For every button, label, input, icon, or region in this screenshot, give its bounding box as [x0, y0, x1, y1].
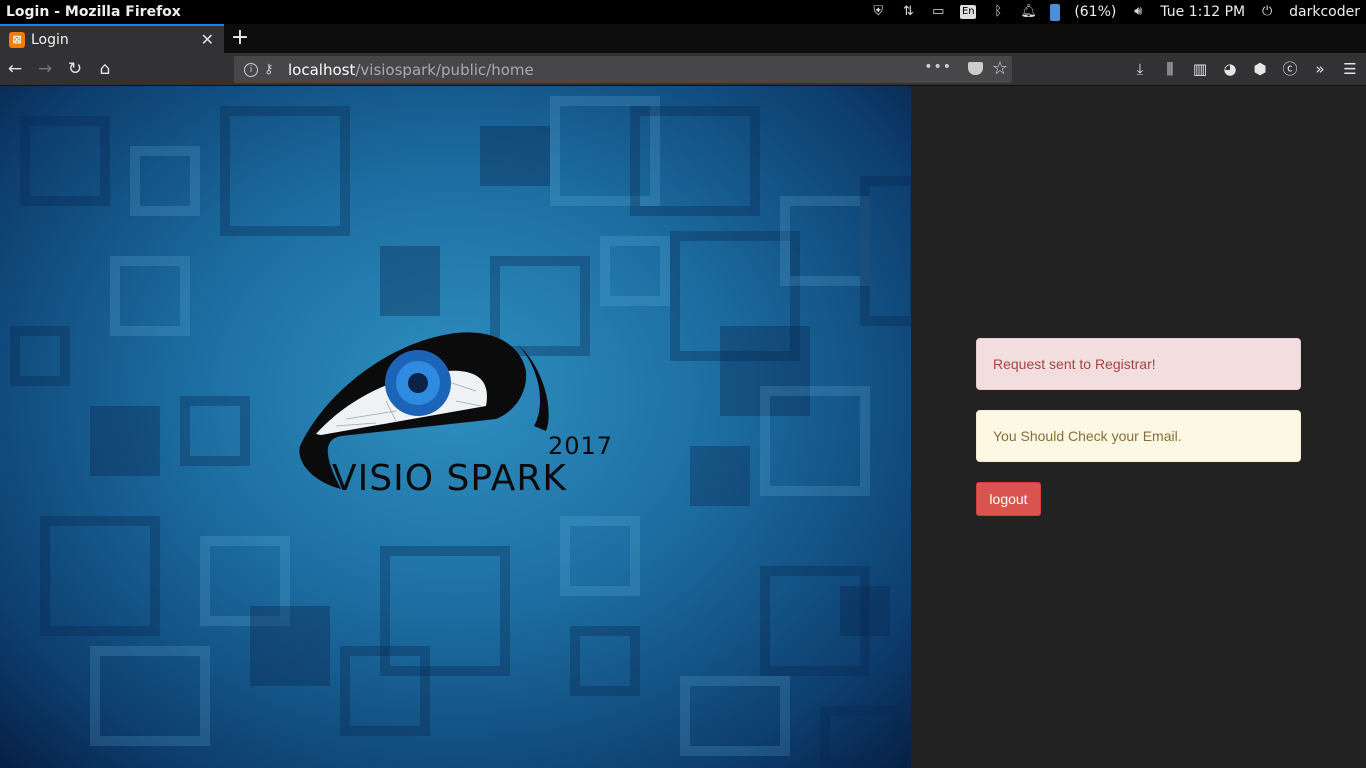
- new-tab-button[interactable]: +: [230, 25, 250, 50]
- tab-login[interactable]: ⊠ Login ✕: [0, 24, 224, 53]
- system-top-bar: Login - Mozilla Firefox ⛨ ⇅ ▭ En ᛒ 🔔︎ (6…: [0, 0, 1366, 24]
- tab-title: Login: [31, 31, 69, 48]
- hamburger-menu-icon[interactable]: ☰: [1339, 58, 1361, 80]
- window-title: Login - Mozilla Firefox: [6, 4, 181, 20]
- back-button[interactable]: ←: [4, 58, 26, 80]
- page-content: 2017 VISIO SPARK Request sent to Registr…: [0, 86, 1366, 768]
- extension-ublock-icon[interactable]: ⬢: [1249, 58, 1271, 80]
- xampp-favicon-icon: ⊠: [9, 31, 25, 48]
- home-button[interactable]: ⌂: [94, 58, 116, 80]
- overflow-menu-icon[interactable]: »: [1309, 58, 1331, 80]
- alert-request-sent: Request sent to Registrar!: [976, 338, 1301, 390]
- library-icon[interactable]: ⫼: [1159, 58, 1181, 80]
- navigation-toolbar: ← → ↻ ⌂ i ⚷ localhost/visiospark/public/…: [0, 53, 1366, 86]
- extension-ghost-icon[interactable]: ◕: [1219, 58, 1241, 80]
- volume-icon[interactable]: 🔊︎: [1130, 4, 1146, 20]
- logo-year: 2017: [548, 432, 614, 460]
- keyboard-layout-indicator[interactable]: En: [960, 5, 977, 19]
- network-icon[interactable]: ⇅: [900, 4, 916, 20]
- url-host: localhost: [288, 60, 356, 79]
- page-actions-menu-icon[interactable]: •••: [924, 59, 952, 75]
- reload-button[interactable]: ↻: [64, 58, 86, 80]
- pocket-icon[interactable]: [968, 62, 983, 75]
- url-text[interactable]: localhost/visiospark/public/home: [288, 61, 534, 79]
- battery-icon[interactable]: [1050, 3, 1061, 21]
- alert-check-email: You Should Check your Email.: [976, 410, 1301, 462]
- battery-percentage[interactable]: (61%): [1074, 4, 1116, 20]
- forward-button[interactable]: →: [34, 58, 56, 80]
- username[interactable]: darkcoder: [1289, 4, 1360, 20]
- bluetooth-icon[interactable]: ᛒ: [990, 4, 1006, 20]
- vpn-icon[interactable]: ⛨: [870, 4, 886, 20]
- status-panel: Request sent to Registrar! You Should Ch…: [911, 86, 1366, 768]
- downloads-icon[interactable]: ⤓: [1129, 58, 1151, 80]
- hero-background: 2017 VISIO SPARK: [0, 86, 911, 768]
- system-tray: ⛨ ⇅ ▭ En ᛒ 🔔︎ (61%) 🔊︎ Tue 1:12 PM ⏻ dar…: [870, 0, 1360, 24]
- sidebar-icon[interactable]: ▥: [1189, 58, 1211, 80]
- tab-bar: ⊠ Login ✕ +: [0, 24, 1366, 53]
- power-icon[interactable]: ⏻: [1259, 4, 1275, 20]
- clock[interactable]: Tue 1:12 PM: [1160, 4, 1245, 20]
- bookmark-star-icon[interactable]: ☆: [992, 58, 1008, 79]
- url-bar[interactable]: i ⚷ localhost/visiospark/public/home •••…: [234, 56, 1012, 83]
- logo-title: VISIO SPARK: [332, 458, 567, 499]
- logout-button[interactable]: logout: [976, 482, 1041, 516]
- site-info-icon[interactable]: i: [244, 62, 258, 77]
- url-path: /visiospark/public/home: [355, 60, 534, 79]
- key-icon[interactable]: ⚷: [264, 62, 280, 77]
- notification-bell-icon[interactable]: 🔔︎: [1020, 4, 1037, 20]
- close-tab-icon[interactable]: ✕: [201, 30, 214, 49]
- extension-c-icon[interactable]: ⓒ: [1279, 58, 1301, 80]
- screen-icon[interactable]: ▭: [930, 4, 946, 20]
